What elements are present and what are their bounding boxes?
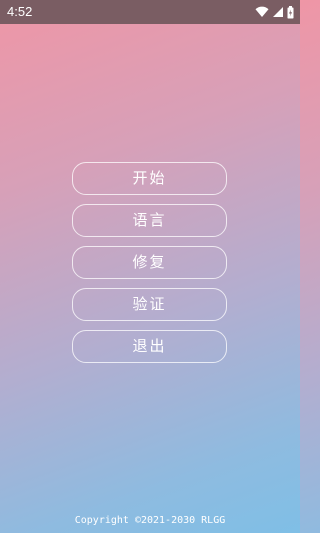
- main-menu: 开始 语言 修复 验证 退出: [72, 162, 227, 372]
- battery-icon: [287, 5, 294, 19]
- exit-button[interactable]: 退出: [72, 330, 227, 363]
- verify-button[interactable]: 验证: [72, 288, 227, 321]
- wifi-icon: [255, 6, 269, 18]
- language-button[interactable]: 语言: [72, 204, 227, 237]
- signal-icon: [272, 6, 284, 18]
- start-button[interactable]: 开始: [72, 162, 227, 195]
- status-time: 4:52: [7, 4, 33, 19]
- copyright-text: Copyright ©2021-2030 RLGG: [74, 515, 226, 526]
- status-bar: 4:52: [0, 0, 300, 24]
- status-icons: [255, 4, 294, 20]
- repair-button[interactable]: 修复: [72, 246, 227, 279]
